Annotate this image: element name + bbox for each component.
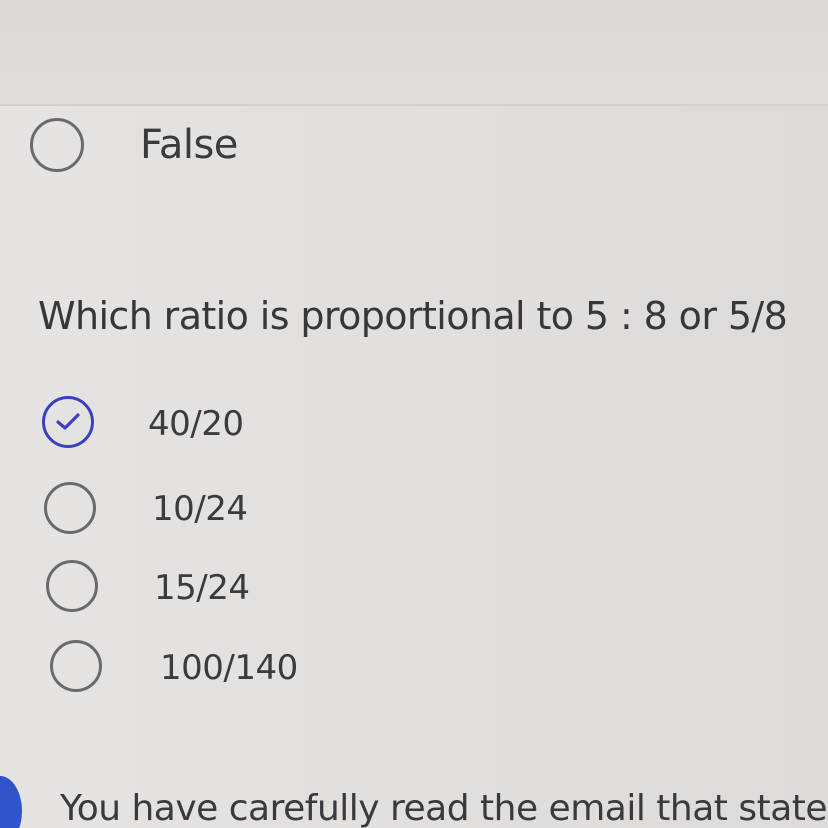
- option-3-label: 15/24: [154, 568, 250, 608]
- option-4-label: 100/140: [160, 648, 298, 688]
- next-question-text: You have carefully read the email that s…: [60, 788, 828, 828]
- question-marker: [0, 776, 22, 828]
- radio-option-1[interactable]: [42, 396, 94, 448]
- check-icon: [56, 413, 80, 430]
- question-text: Which ratio is proportional to 5 : 8 or …: [38, 294, 788, 338]
- option-2-label: 10/24: [152, 489, 248, 529]
- radio-option-2[interactable]: [44, 482, 96, 534]
- radio-option-4[interactable]: [50, 640, 102, 692]
- header-band: [0, 0, 828, 104]
- option-false-label: False: [140, 122, 238, 168]
- divider: [0, 104, 828, 106]
- radio-option-3[interactable]: [46, 560, 98, 612]
- option-1-label: 40/20: [148, 404, 244, 444]
- radio-false[interactable]: [30, 118, 84, 172]
- quiz-page: False Which ratio is proportional to 5 :…: [0, 0, 828, 828]
